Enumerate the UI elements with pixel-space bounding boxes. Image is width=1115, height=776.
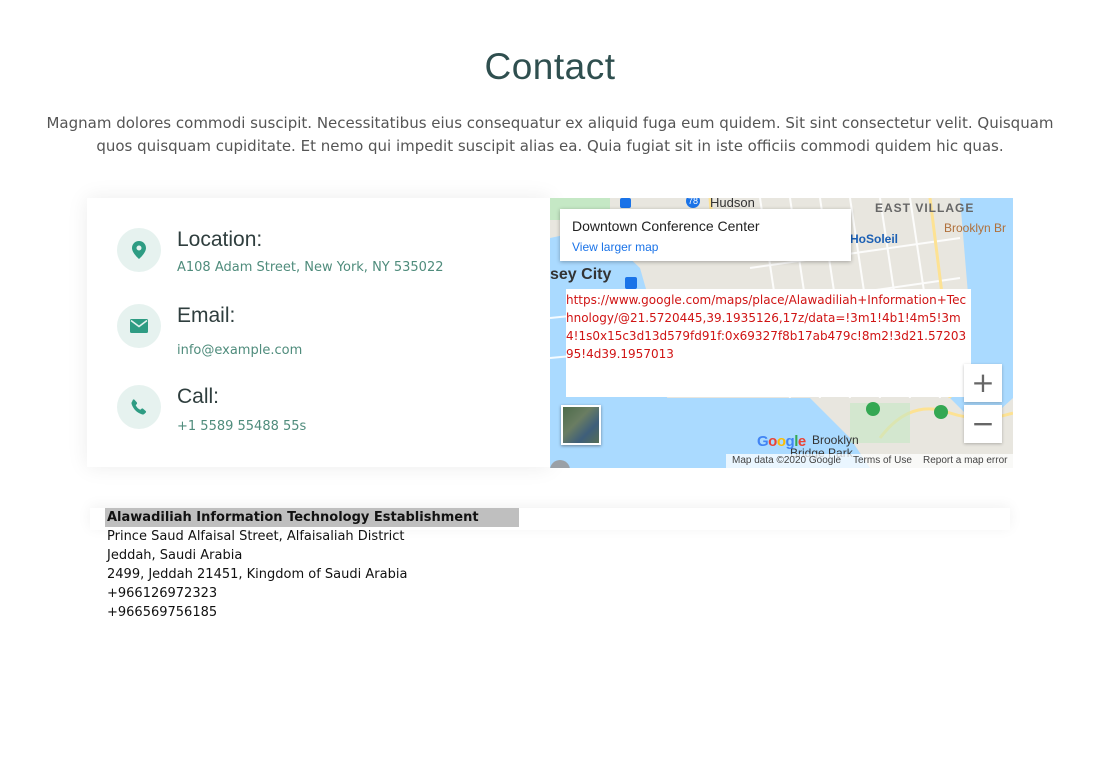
call-label: Call: [177,385,220,408]
address-line: Prince Saud Alfaisal Street, Alfaisaliah… [107,529,405,544]
intro-text: Magnam dolores commodi suscipit. Necessi… [46,114,1054,155]
email-label: Email: [177,304,236,327]
email-value[interactable]: info@example.com [177,343,302,358]
map-label-brooklyn-park: Brooklyn [812,433,859,447]
terms-of-use-link[interactable]: Terms of Use [853,455,912,466]
call-value[interactable]: +1 5589 55488 55s [177,419,306,434]
zoom-in-button[interactable]: + [964,364,1002,402]
map-place-name: Downtown Conference Center [572,218,760,234]
address-block: Alawadiliah Information Technology Estab… [105,508,725,622]
company-name: Alawadiliah Information Technology Estab… [105,508,519,527]
map-label-jersey-city: sey City [550,266,612,283]
address-phone: +966126972323 [107,586,218,601]
map-label-route: 78 [688,198,699,206]
map-label-brooklyn: Brooklyn Br [944,221,1007,235]
location-label: Location: [177,228,263,251]
map-label-hosoleil: HoSoleil [850,232,899,246]
address-line: 2499, Jeddah 21451, Kingdom of Saudi Ara… [107,567,408,582]
map-label-east-village: EAST VILLAGE [875,201,975,215]
address-line: Jeddah, Saudi Arabia [107,548,243,563]
contact-info-card: Location: A108 Adam Street, New York, NY… [87,198,550,467]
map-data-credit: Map data ©2020 Google [732,455,842,466]
view-larger-map-link[interactable]: View larger map [572,240,658,254]
map-place-card: Downtown Conference Center View larger m… [560,209,851,261]
address-phone: +966569756185 [107,605,218,620]
report-map-error-link[interactable]: Report a map error [923,455,1007,466]
map-attribution-bar: Map data ©2020 Google Terms of Use Repor… [726,454,1013,468]
map-url-text: https://www.google.com/maps/place/Alawad… [566,289,971,397]
location-pin-icon [117,228,161,272]
page-title: Contact [484,46,616,87]
phone-icon [117,385,161,429]
google-map[interactable]: Hudson 78 EAST VILLAGE Brooklyn Br HoSol… [550,198,1013,468]
google-logo: Google [757,433,806,450]
zoom-out-button[interactable]: − [964,405,1002,443]
location-value: A108 Adam Street, New York, NY 535022 [177,260,444,275]
envelope-icon [117,304,161,348]
satellite-toggle-thumbnail[interactable] [561,405,601,445]
